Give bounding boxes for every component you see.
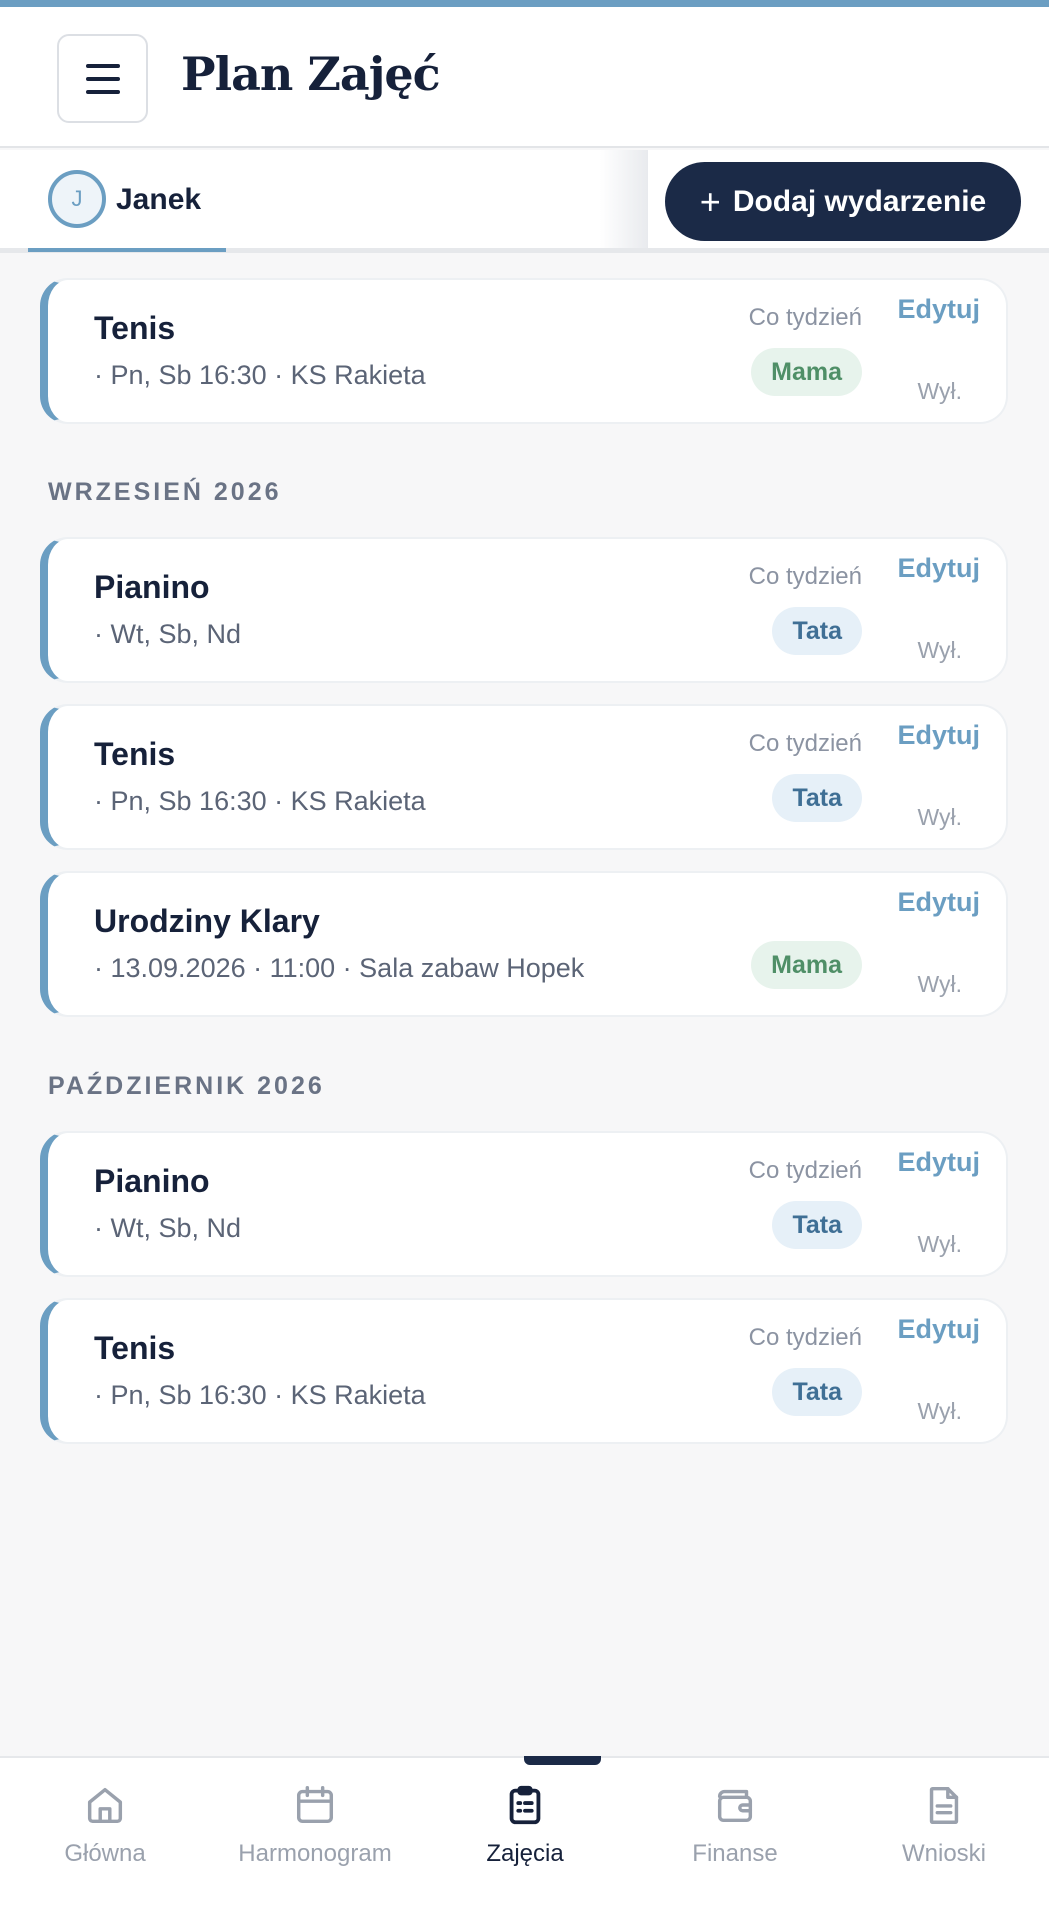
disable-link[interactable]: Wył. <box>917 637 962 664</box>
disable-link[interactable]: Wył. <box>917 804 962 831</box>
edit-link[interactable]: Edytuj <box>897 294 980 325</box>
nav-item-finanse[interactable]: Finanse <box>630 1782 840 1892</box>
event-title: Tenis <box>94 1330 176 1366</box>
event-card[interactable]: Tenis · Pn, Sb 16:30 · KS Rakieta Co tyd… <box>40 704 1008 850</box>
disable-link[interactable]: Wył. <box>917 1231 962 1258</box>
parent-badge: Mama <box>751 941 862 989</box>
month-header: PAŹDZIERNIK 2026 <box>48 1072 325 1100</box>
menu-button[interactable] <box>57 34 148 123</box>
event-title: Tenis <box>94 736 176 772</box>
nav-item-wnioski[interactable]: Wnioski <box>839 1782 1049 1892</box>
clipboard-icon <box>509 1785 541 1825</box>
parent-badge: Mama <box>751 348 862 396</box>
event-card[interactable]: Pianino · Wt, Sb, Nd Co tydzień Tata Edy… <box>40 537 1008 683</box>
event-frequency: Co tydzień <box>748 1157 862 1184</box>
edit-link[interactable]: Edytuj <box>897 887 980 918</box>
month-header: WRZESIEŃ 2026 <box>48 478 282 506</box>
edit-link[interactable]: Edytuj <box>897 1314 980 1345</box>
child-tab-janek[interactable]: J Janek <box>28 150 226 252</box>
hamburger-icon <box>85 63 120 68</box>
nav-label: Zajęcia <box>486 1840 564 1867</box>
event-details: · Wt, Sb, Nd <box>94 619 242 649</box>
parent-badge: Tata <box>772 607 862 655</box>
scroll-fade <box>600 150 648 248</box>
child-selector-bar: J Janek + Dodaj wydarzenie <box>0 150 1049 253</box>
edit-link[interactable]: Edytuj <box>897 1147 980 1178</box>
edit-link[interactable]: Edytuj <box>897 720 980 751</box>
top-accent-bar <box>0 0 1049 7</box>
child-name: Janek <box>116 183 202 216</box>
home-icon <box>87 1787 123 1824</box>
parent-badge: Tata <box>772 1368 862 1416</box>
plus-icon: + <box>699 180 721 222</box>
add-event-label: Dodaj wydarzenie <box>732 184 987 218</box>
bottom-navigation: Główna Harmonogram Zajęcia Finanse Wnios… <box>0 1756 1049 1920</box>
disable-link[interactable]: Wył. <box>917 378 962 405</box>
nav-label: Wnioski <box>901 1840 986 1867</box>
event-details: · Pn, Sb 16:30 · KS Rakieta <box>94 360 426 390</box>
nav-label: Finanse <box>692 1840 778 1867</box>
event-title: Pianino <box>94 569 210 605</box>
event-frequency: Co tydzień <box>748 1324 862 1351</box>
event-details: · 13.09.2026 · 11:00 · Sala zabaw Hopek <box>94 953 585 983</box>
nav-item-glowna[interactable]: Główna <box>0 1782 210 1892</box>
app-header: Plan Zajęć <box>0 7 1049 148</box>
event-card[interactable]: Urodziny Klary · 13.09.2026 · 11:00 · Sa… <box>40 871 1008 1017</box>
wallet-icon <box>717 1789 753 1823</box>
edit-link[interactable]: Edytuj <box>897 553 980 584</box>
disable-link[interactable]: Wył. <box>917 1398 962 1425</box>
page-title: Plan Zajęć <box>181 47 441 101</box>
calendar-icon <box>296 1786 334 1824</box>
active-tab-indicator <box>524 1756 601 1765</box>
event-card[interactable]: Tenis · Pn, Sb 16:30 · KS Rakieta Co tyd… <box>40 278 1008 424</box>
nav-item-harmonogram[interactable]: Harmonogram <box>210 1782 420 1892</box>
event-card[interactable]: Pianino · Wt, Sb, Nd Co tydzień Tata Edy… <box>40 1131 1008 1277</box>
disable-link[interactable]: Wył. <box>917 971 962 998</box>
event-card[interactable]: Tenis · Pn, Sb 16:30 · KS Rakieta Co tyd… <box>40 1298 1008 1444</box>
event-title: Pianino <box>94 1163 210 1199</box>
nav-label: Harmonogram <box>238 1840 392 1867</box>
avatar: J <box>48 170 106 228</box>
add-event-button[interactable]: + Dodaj wydarzenie <box>665 162 1021 241</box>
event-frequency: Co tydzień <box>748 304 862 331</box>
event-details: · Wt, Sb, Nd <box>94 1213 242 1243</box>
event-details: · Pn, Sb 16:30 · KS Rakieta <box>94 1380 426 1410</box>
parent-badge: Tata <box>772 1201 862 1249</box>
event-title: Tenis <box>94 310 176 346</box>
event-title: Urodziny Klary <box>94 903 320 939</box>
nav-item-zajecia[interactable]: Zajęcia <box>420 1782 630 1892</box>
event-details: · Pn, Sb 16:30 · KS Rakieta <box>94 786 426 816</box>
parent-badge: Tata <box>772 774 862 822</box>
document-icon <box>929 1786 959 1824</box>
event-frequency: Co tydzień <box>748 563 862 590</box>
nav-label: Główna <box>64 1840 146 1867</box>
event-frequency: Co tydzień <box>748 730 862 757</box>
